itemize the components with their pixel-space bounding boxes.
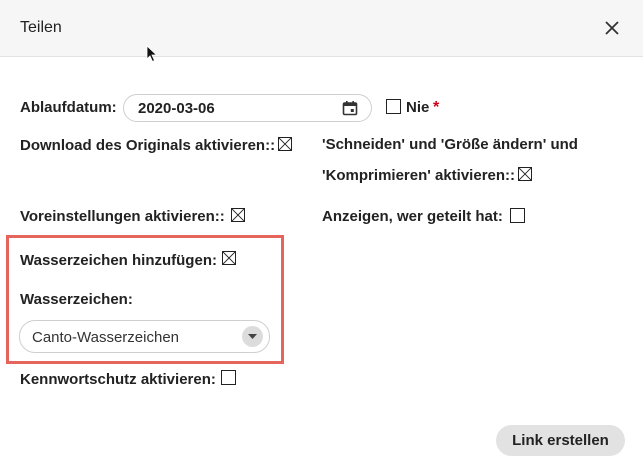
watermark-label: Wasserzeichen: (20, 291, 133, 308)
checkbox-x-icon (223, 252, 235, 264)
dialog-header: Teilen (0, 0, 643, 57)
calendar-icon[interactable] (342, 100, 358, 116)
required-mark: * (433, 99, 440, 116)
checkbox-x-icon (519, 168, 531, 180)
close-icon[interactable] (602, 18, 622, 38)
watermark-select[interactable]: Canto-Wasserzeichen (19, 320, 270, 353)
watermark-select-value: Canto-Wasserzeichen (32, 329, 180, 346)
watermark-select-toggle[interactable] (242, 326, 263, 347)
password-protection-label: Kennwortschutz aktivieren: (20, 371, 216, 388)
password-protection-checkbox[interactable] (221, 370, 236, 385)
show-sharer-label: Anzeigen, wer geteilt hat: (322, 208, 503, 225)
presets-label: Voreinstellungen aktivieren:: (20, 208, 225, 225)
download-original-label: Download des Originals aktivieren:: (20, 137, 276, 154)
crop-resize-checkbox[interactable] (518, 167, 532, 181)
mouse-cursor-icon (146, 45, 158, 63)
crop-resize-label-line2: 'Komprimieren' aktivieren:: (322, 167, 516, 184)
checkbox-x-icon (232, 209, 244, 221)
add-watermark-label: Wasserzeichen hinzufügen: (20, 252, 217, 269)
expiry-date-input[interactable]: 2020-03-06 (123, 94, 372, 122)
crop-resize-label-line1: 'Schneiden' und 'Größe ändern' und (322, 136, 578, 153)
never-label: Nie (406, 99, 430, 116)
presets-checkbox[interactable] (231, 208, 245, 222)
chevron-down-icon (248, 334, 257, 339)
show-sharer-checkbox[interactable] (510, 208, 525, 223)
add-watermark-checkbox[interactable] (222, 251, 236, 265)
download-original-checkbox[interactable] (278, 137, 292, 151)
create-link-button[interactable]: Link erstellen (496, 425, 625, 456)
never-checkbox[interactable] (386, 99, 401, 114)
dialog-title: Teilen (20, 19, 62, 36)
expiry-date-value: 2020-03-06 (138, 100, 215, 117)
expiry-date-label: Ablaufdatum: (20, 99, 117, 116)
checkbox-x-icon (279, 138, 291, 150)
